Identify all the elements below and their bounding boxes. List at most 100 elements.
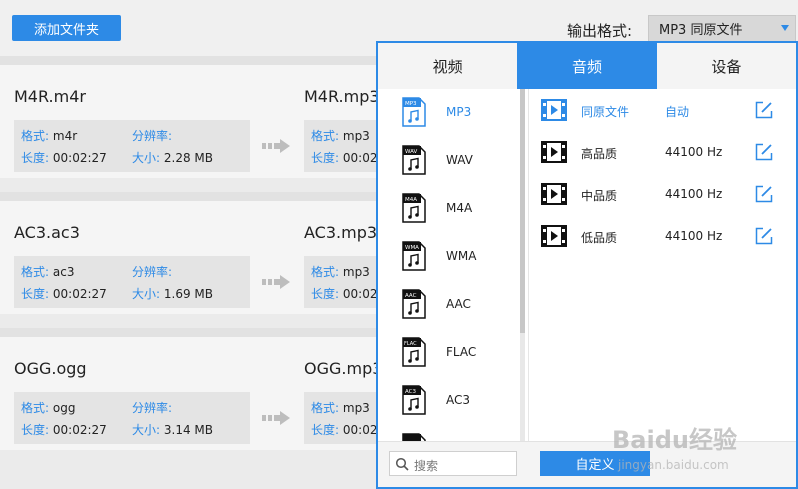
quality-name: 低品质	[581, 231, 618, 245]
format-badge: WAV	[405, 149, 418, 155]
scrollbar-thumb[interactable]	[520, 89, 525, 333]
quality-row[interactable]: 同原文件 自动	[529, 89, 797, 131]
quality-row[interactable]: 中品质 44100 Hz	[529, 173, 797, 215]
source-file-name: OGG.ogg	[14, 359, 87, 378]
length-key: 长度:	[21, 151, 50, 165]
tab-audio[interactable]: 音频	[517, 43, 657, 89]
size-value: 2.28 MB	[163, 151, 213, 165]
format-item-partial[interactable]	[378, 425, 518, 441]
format-badge: FLAC	[404, 341, 417, 347]
format-item-flac[interactable]: FLAC FLAC	[378, 329, 518, 377]
format-key: 格式:	[21, 129, 50, 143]
search-input[interactable]: 搜索	[389, 451, 517, 476]
format-item-mp3[interactable]: MP3 MP3	[378, 89, 518, 137]
target-format-key: 格式:	[311, 265, 340, 279]
resolution-key: 分辨率:	[132, 401, 173, 415]
flac-file-icon: FLAC	[402, 337, 426, 367]
size-key: 大小:	[132, 151, 161, 165]
dropdown-caret-icon	[781, 25, 789, 31]
quality-value: 自动	[665, 105, 690, 119]
target-info-box: 格式: mp3 长度: 00:02:27	[304, 392, 397, 444]
target-file-name: M4R.mp3	[304, 87, 380, 106]
convert-arrow-icon	[262, 275, 290, 289]
watermark-sub: jingyan.baidu.com	[618, 458, 729, 472]
size-key: 大小:	[132, 287, 161, 301]
target-format-value: mp3	[342, 265, 370, 279]
format-item-wav[interactable]: WAV WAV	[378, 137, 518, 185]
convert-arrow-icon	[262, 411, 290, 425]
format-value: m4r	[52, 129, 78, 143]
edit-icon[interactable]	[755, 101, 773, 119]
target-info-box: 格式: mp3 长度: 00:02:27	[304, 120, 397, 172]
ac3-file-icon: AC3	[402, 385, 426, 415]
edit-icon[interactable]	[755, 185, 773, 203]
format-label: FLAC	[446, 345, 477, 359]
quality-name: 高品质	[581, 147, 618, 161]
format-badge: M4A	[405, 197, 417, 203]
quality-name: 中品质	[581, 189, 618, 203]
length-key: 长度:	[21, 287, 50, 301]
length-value: 00:02:27	[52, 287, 107, 301]
source-file-name: AC3.ac3	[14, 223, 80, 242]
quality-value: 44100 Hz	[665, 187, 723, 201]
format-tabs: 视频 音频 设备	[378, 43, 796, 89]
target-file-name: OGG.mp3	[304, 359, 383, 378]
m4a-file-icon: M4A	[402, 193, 426, 223]
edit-icon[interactable]	[755, 227, 773, 245]
quality-row[interactable]: 高品质 44100 Hz	[529, 131, 797, 173]
format-badge: AAC	[405, 293, 417, 299]
target-format-value: mp3	[342, 401, 370, 415]
video-play-icon	[541, 225, 567, 247]
target-length-key: 长度:	[311, 151, 340, 165]
format-label: AC3	[446, 393, 471, 407]
quality-value: 44100 Hz	[665, 145, 723, 159]
length-value: 00:02:27	[52, 423, 107, 437]
watermark-text: Baidu经验	[612, 426, 737, 454]
video-play-icon	[541, 141, 567, 163]
size-value: 1.69 MB	[163, 287, 213, 301]
output-format-value: MP3 同原文件	[659, 23, 743, 38]
format-value: ac3	[52, 265, 75, 279]
format-list: MP3 MP3 WAV WAV M4A M4A WMA WMA AAC AAC …	[378, 89, 526, 441]
output-format-select[interactable]: MP3 同原文件	[648, 15, 796, 42]
format-item-ac3[interactable]: AC3 AC3	[378, 377, 518, 425]
target-length-key: 长度:	[311, 287, 340, 301]
format-item-m4a[interactable]: M4A M4A	[378, 185, 518, 233]
size-key: 大小:	[132, 423, 161, 437]
length-value: 00:02:27	[52, 151, 107, 165]
format-label: WAV	[446, 153, 473, 167]
target-info-box: 格式: mp3 长度: 00:02:27	[304, 256, 397, 308]
aac-file-icon: AAC	[402, 289, 426, 319]
tab-device[interactable]: 设备	[657, 43, 796, 89]
target-length-key: 长度:	[311, 423, 340, 437]
audio-file-icon	[402, 433, 426, 441]
search-icon	[395, 457, 409, 471]
format-badge: MP3	[405, 101, 417, 107]
watermark: Baidu经验 jingyan.baidu.com	[612, 420, 798, 486]
quality-list: 同原文件 自动 高品质 44100 Hz 中品质 44100 Hz 低品质 44…	[528, 89, 796, 441]
convert-arrow-icon	[262, 139, 290, 153]
quality-value: 44100 Hz	[665, 229, 723, 243]
format-key: 格式:	[21, 265, 50, 279]
format-key: 格式:	[21, 401, 50, 415]
format-item-wma[interactable]: WMA WMA	[378, 233, 518, 281]
format-label: WMA	[446, 249, 477, 263]
target-format-key: 格式:	[311, 401, 340, 415]
quality-row[interactable]: 低品质 44100 Hz	[529, 215, 797, 257]
source-info-box: 格式: ogg 长度: 00:02:27 分辨率: 大小: 3.14 MB	[14, 392, 250, 444]
source-info-box: 格式: m4r 长度: 00:02:27 分辨率: 大小: 2.28 MB	[14, 120, 250, 172]
wma-file-icon: WMA	[402, 241, 426, 271]
search-placeholder: 搜索	[414, 459, 439, 473]
quality-name: 同原文件	[581, 105, 630, 119]
format-badge: AC3	[405, 389, 417, 395]
length-key: 长度:	[21, 423, 50, 437]
format-label: AAC	[446, 297, 471, 311]
target-format-key: 格式:	[311, 129, 340, 143]
wav-file-icon: WAV	[402, 145, 426, 175]
tab-video[interactable]: 视频	[378, 43, 517, 89]
format-item-aac[interactable]: AAC AAC	[378, 281, 518, 329]
edit-icon[interactable]	[755, 143, 773, 161]
format-label: MP3	[446, 105, 472, 119]
format-list-scrollbar[interactable]	[520, 89, 525, 441]
add-folder-button[interactable]: 添加文件夹	[12, 15, 121, 41]
